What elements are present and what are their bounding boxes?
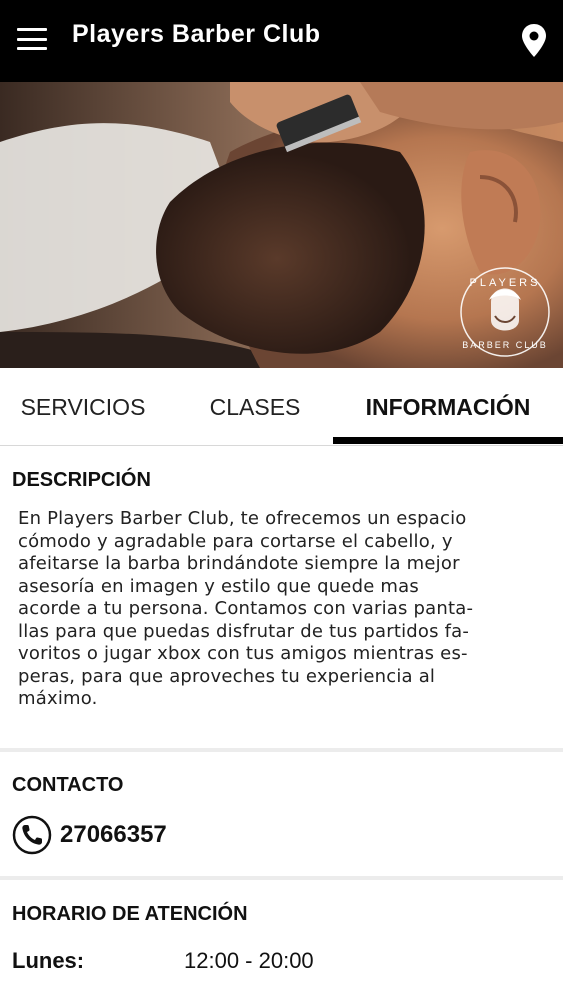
- logo-text-bottom: BARBER CLUB: [462, 340, 548, 350]
- description-text: En Players Barber Club, te ofrecemos un …: [18, 508, 548, 711]
- hours-day: Lunes:: [12, 948, 85, 973]
- description-line: peras, para que aproveches tu experienci…: [18, 665, 436, 687]
- location-pin-icon[interactable]: [519, 22, 549, 60]
- tab-label: INFORMACIÓN: [365, 393, 531, 420]
- tab-servicios[interactable]: SERVICIOS: [0, 368, 166, 446]
- description-line: En Players Barber Club, te ofrecemos un …: [18, 508, 467, 529]
- description-line: voritos o jugar xbox con tus amigos mien…: [18, 643, 468, 664]
- hero-image: PLAYERS BARBER CLUB: [0, 82, 563, 368]
- hamburger-menu-icon[interactable]: [14, 24, 50, 54]
- tab-clases[interactable]: CLASES: [166, 368, 344, 446]
- hours-row: Lunes: 12:00 - 20:00: [12, 948, 314, 974]
- app-bar: Players Barber Club: [0, 0, 563, 82]
- tab-label: SERVICIOS: [20, 393, 146, 420]
- description-line: llas para que puedas disfrutar de tus pa…: [18, 620, 470, 642]
- description-title: DESCRIPCIÓN: [12, 469, 151, 491]
- contact-title: CONTACTO: [12, 774, 124, 796]
- section-divider: [0, 748, 563, 752]
- hours-title: HORARIO DE ATENCIÓN: [12, 903, 248, 925]
- active-tab-indicator: [333, 437, 563, 444]
- phone-link[interactable]: 27066357: [12, 815, 167, 855]
- app-title: Players Barber Club: [72, 20, 321, 48]
- description-line: máximo.: [18, 688, 98, 709]
- tab-label: CLASES: [209, 393, 301, 420]
- phone-number: 27066357: [60, 821, 167, 848]
- phone-icon: [12, 815, 52, 855]
- description-line: asesoría en imagen y estilo que quede ma…: [18, 575, 419, 597]
- tab-informacion[interactable]: INFORMACIÓN: [333, 368, 563, 446]
- section-divider: [0, 876, 563, 880]
- description-line: cómodo y agradable para cortarse el cabe…: [18, 530, 453, 552]
- logo-text-top: PLAYERS: [470, 277, 541, 289]
- hours-time: 12:00 - 20:00: [184, 948, 314, 973]
- description-line: afeitarse la barba brindándote siempre l…: [18, 553, 460, 574]
- description-line: acorde a tu persona. Contamos con varias…: [18, 598, 474, 619]
- tab-bar: SERVICIOS CLASES INFORMACIÓN: [0, 368, 563, 446]
